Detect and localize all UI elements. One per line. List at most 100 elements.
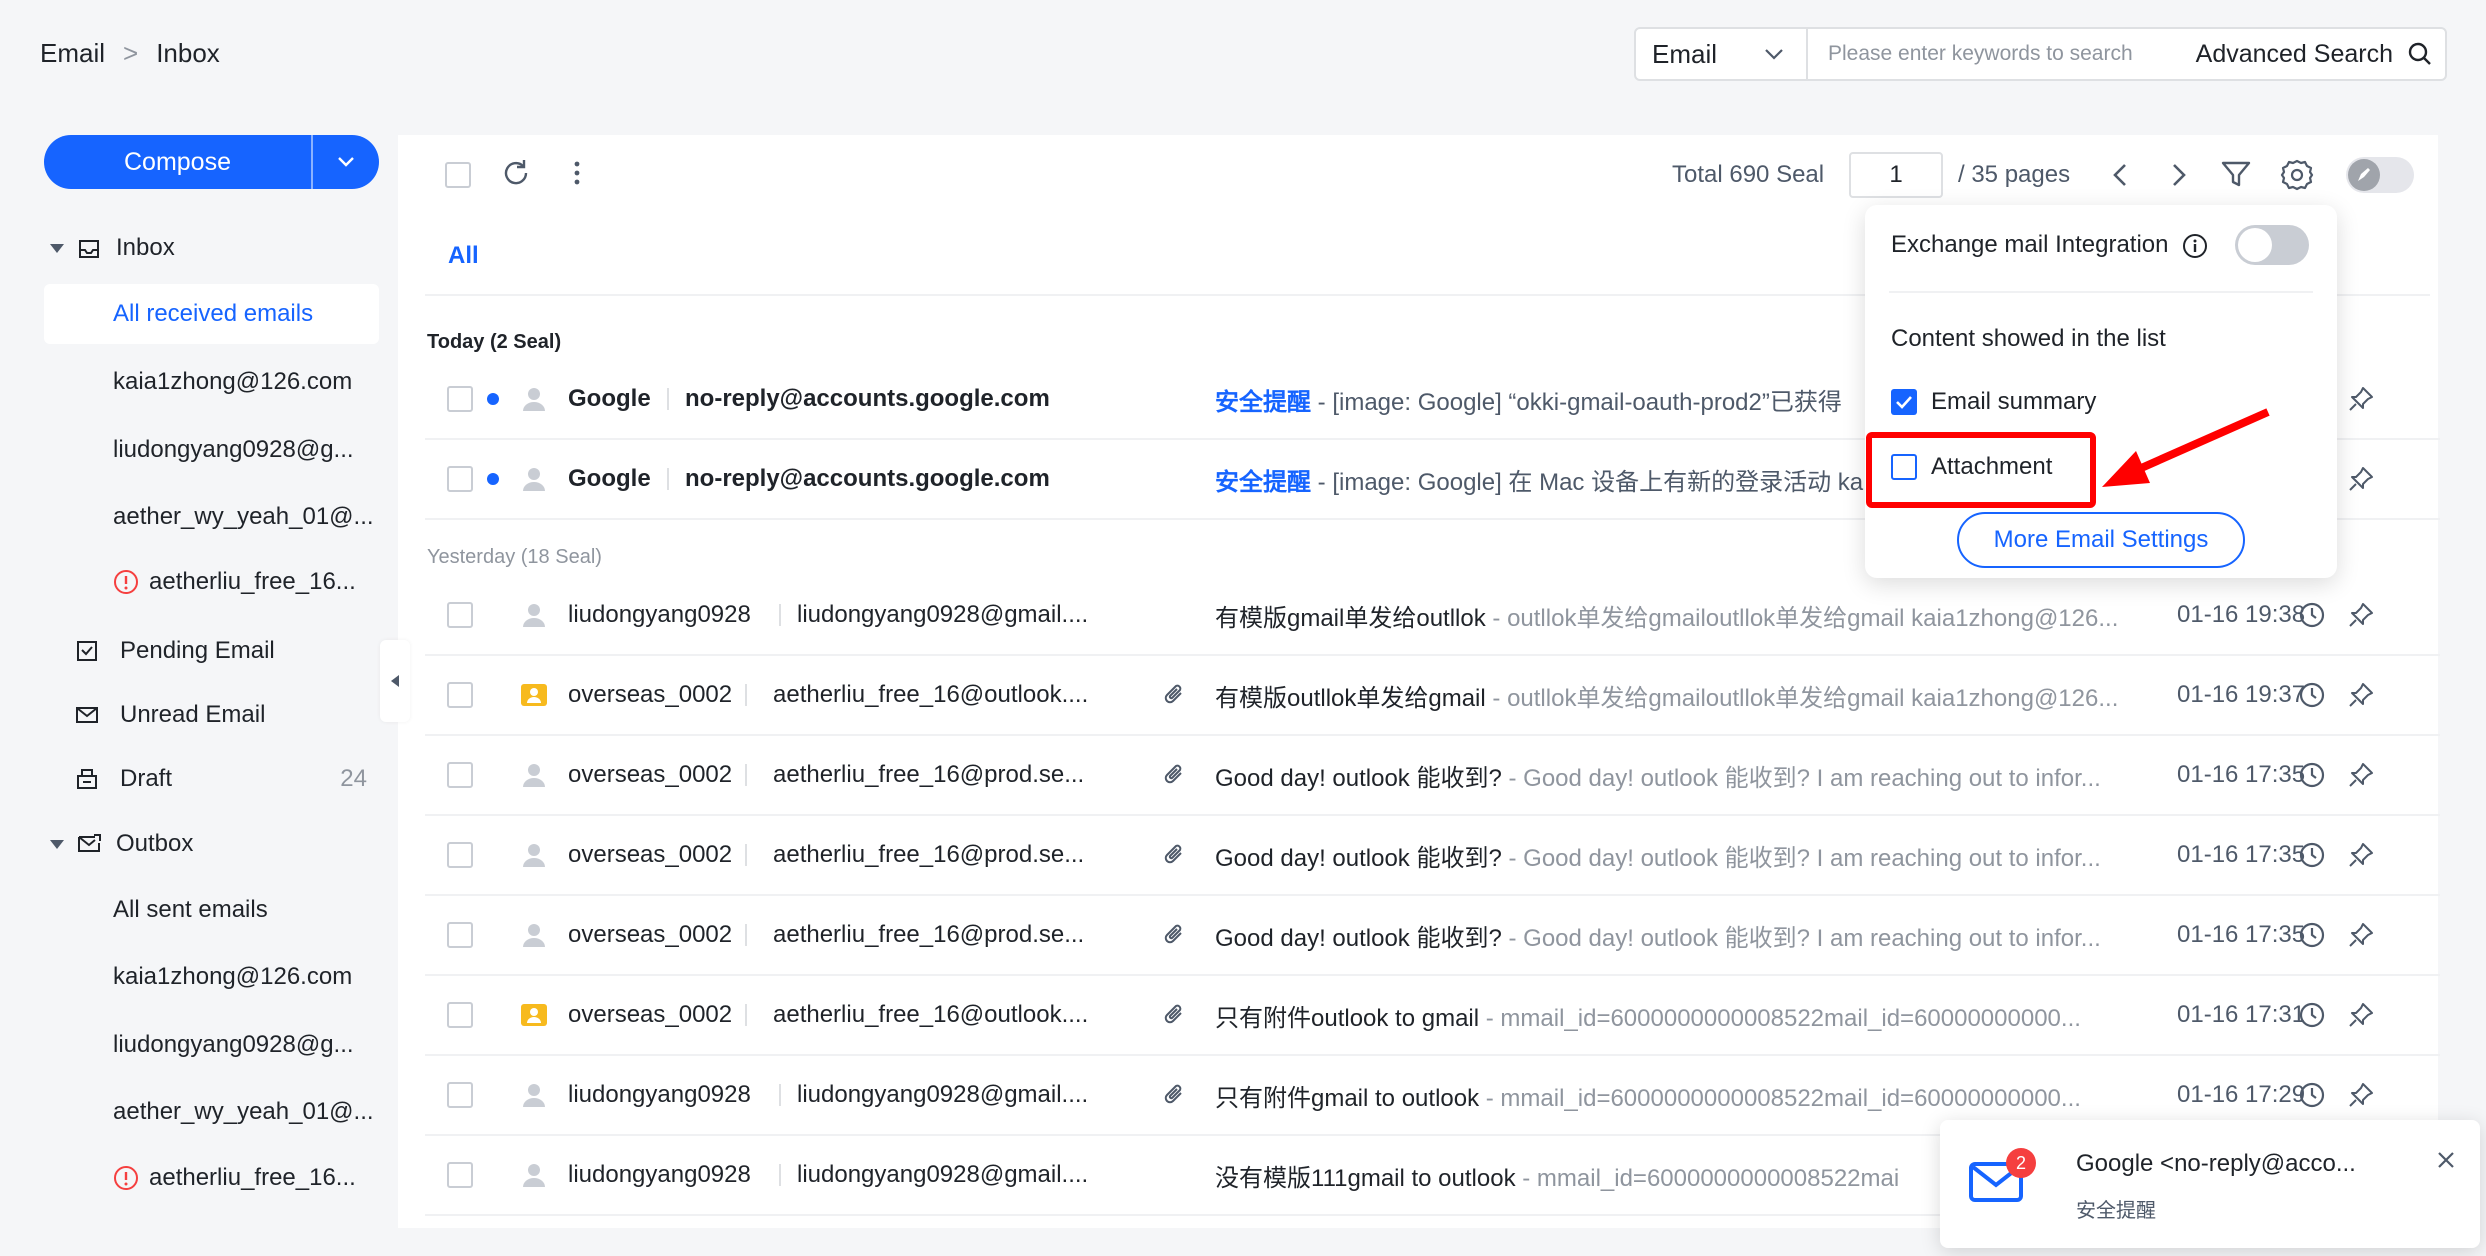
settings-button[interactable] [2280, 158, 2314, 192]
breadcrumb-current: Inbox [156, 38, 220, 68]
pin-icon[interactable] [2347, 921, 2375, 949]
info-icon[interactable] [2182, 233, 2208, 259]
row-checkbox[interactable] [447, 1082, 473, 1108]
rocket-toggle[interactable] [2346, 157, 2414, 193]
expand-caret-icon[interactable] [50, 839, 64, 849]
page-number-input[interactable]: 1 [1849, 152, 1943, 198]
notification-sender: Google <no-reply@acco... [2076, 1150, 2356, 1177]
sidebar-item-account[interactable]: aetherliu_free_16... [44, 552, 379, 612]
search-icon[interactable] [2407, 41, 2433, 67]
close-icon[interactable] [2436, 1150, 2456, 1170]
sidebar-item-label: aetherliu_free_16... [149, 568, 356, 595]
expand-caret-icon[interactable] [50, 243, 64, 253]
email-time: 01-16 17:35 [2177, 761, 2306, 788]
clock-icon[interactable] [2298, 761, 2326, 789]
email-subject: 只有附件gmail to outlook - mmail_id=60000000… [1215, 1078, 2140, 1113]
refresh-icon [504, 160, 528, 185]
sidebar-item-label: Unread Email [120, 701, 266, 728]
more-email-settings-button[interactable]: More Email Settings [1957, 512, 2245, 568]
pin-icon[interactable] [2347, 1081, 2375, 1109]
sidebar-item-label: liudongyang0928@g... [113, 436, 354, 463]
sidebar-item-account[interactable]: kaia1zhong@126.com [44, 947, 379, 1007]
email-row[interactable]: liudongyang0928 liudongyang0928@gmail...… [425, 576, 2440, 656]
row-checkbox[interactable] [447, 386, 473, 412]
clock-icon[interactable] [2298, 921, 2326, 949]
pin-icon[interactable] [2347, 385, 2375, 413]
email-time: 01-16 17:35 [2177, 841, 2306, 868]
sidebar-item-draft[interactable]: Draft 24 [44, 749, 379, 809]
page-total: / 35 pages [1958, 161, 2071, 188]
compose-button[interactable]: Compose [44, 135, 313, 189]
sidebar-collapse-handle[interactable] [380, 640, 410, 722]
clock-icon[interactable] [2298, 841, 2326, 869]
subject-tag: 安全提醒 [1215, 468, 1311, 496]
sidebar-item-all-received[interactable]: All received emails [44, 284, 379, 344]
pin-icon[interactable] [2347, 601, 2375, 629]
clock-icon[interactable] [2298, 1081, 2326, 1109]
pin-icon[interactable] [2347, 761, 2375, 789]
row-checkbox[interactable] [447, 762, 473, 788]
tab-all[interactable]: All [448, 242, 479, 270]
sender-email: aetherliu_free_16@prod.se... [773, 761, 1085, 788]
clock-icon[interactable] [2298, 1001, 2326, 1029]
sidebar-item-account[interactable]: aether_wy_yeah_01@... [44, 1082, 379, 1142]
sidebar-item-inbox[interactable]: Inbox [44, 218, 379, 278]
prev-page-button[interactable] [2108, 160, 2134, 190]
draft-count: 24 [340, 765, 367, 792]
email-summary-checkbox[interactable] [1891, 389, 1917, 415]
caret-left-icon [391, 675, 399, 687]
contact-card-icon [521, 1004, 547, 1026]
avatar-icon [523, 924, 545, 947]
exchange-integration-toggle[interactable] [2235, 225, 2309, 265]
sidebar-item-outbox[interactable]: Outbox [44, 814, 379, 874]
email-summary: - mmail_id=6000000000008522mail_id=60000… [1479, 1004, 2081, 1032]
popover-divider [1889, 291, 2313, 293]
row-checkbox[interactable] [447, 466, 473, 492]
email-row[interactable]: overseas_0002 aetherliu_free_16@prod.se.… [425, 816, 2440, 896]
search-input[interactable] [1808, 42, 2196, 66]
sidebar-item-account[interactable]: liudongyang0928@g... [44, 420, 379, 480]
row-checkbox[interactable] [447, 842, 473, 868]
filter-button[interactable] [2220, 158, 2252, 190]
sidebar-item-account[interactable]: liudongyang0928@g... [44, 1015, 379, 1075]
row-checkbox[interactable] [447, 922, 473, 948]
sidebar-item-unread[interactable]: Unread Email [44, 685, 379, 745]
separator [745, 844, 747, 866]
next-page-button[interactable] [2165, 160, 2191, 190]
sidebar-item-pending[interactable]: Pending Email [44, 621, 379, 681]
pin-icon[interactable] [2347, 841, 2375, 869]
sidebar-item-all-sent[interactable]: All sent emails [44, 880, 379, 940]
attachment-icon [1164, 764, 1182, 784]
sidebar-item-account[interactable]: aetherliu_free_16... [44, 1148, 379, 1208]
avatar-icon [523, 468, 545, 491]
email-row[interactable]: overseas_0002 aetherliu_free_16@outlook.… [425, 656, 2440, 736]
search-type-select[interactable]: Email [1636, 29, 1808, 79]
attachment-icon [1164, 684, 1182, 704]
chevron-down-icon [338, 157, 354, 167]
clock-icon[interactable] [2298, 601, 2326, 629]
outbox-icon [78, 834, 101, 852]
breadcrumb-root[interactable]: Email [40, 38, 105, 69]
pin-icon[interactable] [2347, 1001, 2375, 1029]
select-all-checkbox[interactable] [445, 162, 471, 188]
compose-dropdown-button[interactable] [313, 135, 379, 189]
sender-email: liudongyang0928@gmail.... [797, 1161, 1089, 1188]
sidebar-item-account[interactable]: aether_wy_yeah_01@... [44, 487, 379, 547]
refresh-button[interactable] [500, 157, 532, 189]
pin-icon[interactable] [2347, 681, 2375, 709]
group-title-yesterday: Yesterday (18 Seal) [427, 546, 602, 568]
email-row[interactable]: overseas_0002 aetherliu_free_16@outlook.… [425, 976, 2440, 1056]
more-actions-button[interactable] [570, 158, 584, 188]
row-checkbox[interactable] [447, 1002, 473, 1028]
row-checkbox[interactable] [447, 682, 473, 708]
sidebar-item-account[interactable]: kaia1zhong@126.com [44, 352, 379, 412]
advanced-search-button[interactable]: Advanced Search [2196, 40, 2445, 69]
pin-icon[interactable] [2347, 465, 2375, 493]
email-summary: - outllok单发给gmailoutllok单发给gmail kaia1zh… [1485, 684, 2119, 712]
new-mail-notification[interactable]: 2 Google <no-reply@acco... 安全提醒 [1940, 1120, 2480, 1248]
email-row[interactable]: overseas_0002 aetherliu_free_16@prod.se.… [425, 736, 2440, 816]
clock-icon[interactable] [2298, 681, 2326, 709]
row-checkbox[interactable] [447, 602, 473, 628]
row-checkbox[interactable] [447, 1162, 473, 1188]
email-row[interactable]: overseas_0002 aetherliu_free_16@prod.se.… [425, 896, 2440, 976]
